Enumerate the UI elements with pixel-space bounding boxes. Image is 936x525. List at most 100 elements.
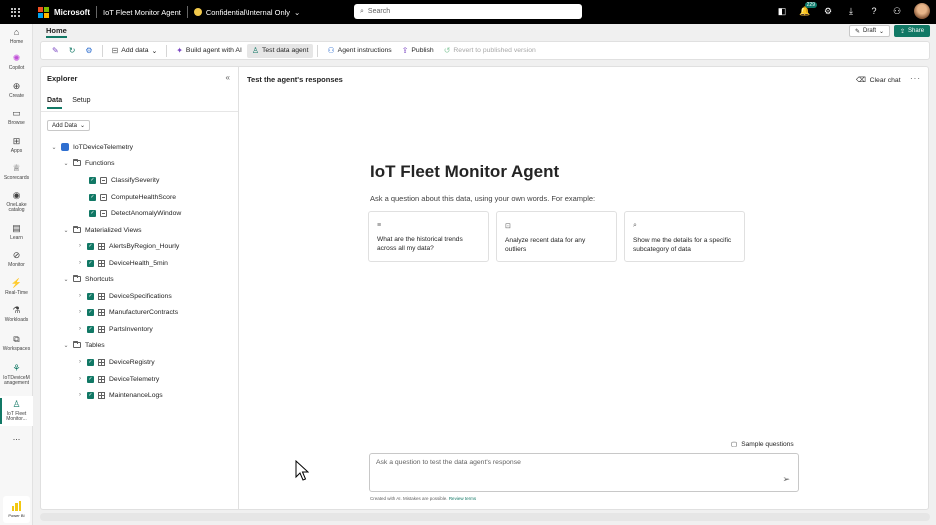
item-label: DeviceRegistry	[109, 358, 155, 366]
settings-icon[interactable]: ⚙	[822, 5, 834, 17]
tree-item[interactable]: ✓ ClassifySeverity	[89, 174, 159, 186]
tree-item[interactable]: › ✓ PartsInventory	[77, 323, 153, 335]
more-icon[interactable]: ...	[0, 432, 33, 444]
suggestion-card[interactable]: ⌕ Show me the details for a specific sub…	[624, 211, 745, 262]
suggestion-card[interactable]: ≡ What are the historical trends across …	[368, 211, 489, 262]
checkbox[interactable]: ✓	[87, 259, 94, 267]
tab-home[interactable]: Home	[46, 26, 67, 38]
powerbi-label: Power BI	[8, 513, 25, 518]
explorer-title: Explorer	[47, 74, 78, 83]
group-label: Functions	[85, 159, 115, 167]
rail-item-apps[interactable]: ⊞ Apps	[0, 135, 33, 157]
tree-item[interactable]: › ✓ MaintenanceLogs	[77, 389, 163, 401]
tree-item[interactable]: ✓ ComputeHealthScore	[89, 191, 176, 203]
publish-button[interactable]: ⇪ Publish	[397, 44, 439, 58]
tree-group[interactable]: ⌄ Functions	[63, 157, 114, 169]
build-agent-button[interactable]: ✦ Build agent with AI	[171, 44, 247, 58]
agent-instructions-button[interactable]: ⚇ Agent instructions	[322, 44, 396, 58]
rail-item-scorecards[interactable]: ♕ Scorecards	[0, 162, 33, 184]
more-options-icon[interactable]: ···	[910, 74, 921, 83]
tree-item[interactable]: ✓ DetectAnomalyWindow	[89, 207, 181, 219]
tree-item[interactable]: › ✓ DeviceHealth_5min	[77, 257, 168, 269]
rail-item-copilot[interactable]: ✺ Copilot	[0, 52, 33, 74]
sensitivity-label[interactable]: Confidential\Internal Only ⌄	[193, 7, 300, 17]
refresh-button[interactable]: ↻	[64, 44, 81, 58]
test-agent-label: Test data agent	[262, 47, 309, 54]
draft-dropdown[interactable]: ✎ Draft ⌄	[849, 25, 891, 37]
revert-button[interactable]: ↺ Revert to published version	[439, 44, 541, 58]
workspace-title[interactable]: IoT Fleet Monitor Agent	[103, 8, 181, 17]
workloads-icon: ⚗	[12, 305, 21, 316]
rail-item-monitor[interactable]: ⊘ Monitor	[0, 249, 33, 271]
suggestion-text: What are the historical trends across al…	[377, 236, 463, 253]
checkbox[interactable]: ✓	[87, 242, 94, 250]
checkbox[interactable]: ✓	[87, 375, 94, 383]
settings-button[interactable]: ⚙	[80, 44, 97, 58]
tree-database[interactable]: ⌄ IoTDeviceTelemetry	[51, 141, 133, 153]
item-label: DeviceSpecifications	[109, 292, 172, 300]
search-input[interactable]: ⌕ Search	[354, 4, 582, 19]
tree-item[interactable]: › ✓ DeviceTelemetry	[77, 373, 159, 385]
tree-item[interactable]: › ✓ AlertsByRegion_Hourly	[77, 240, 179, 252]
test-agent-button[interactable]: ♙ Test data agent	[246, 43, 314, 58]
share-people-icon[interactable]: ⚇	[891, 5, 903, 17]
notifications-icon[interactable]: 🔔 229	[799, 2, 817, 17]
checkbox[interactable]: ✓	[87, 308, 94, 316]
rail-item-home[interactable]: ⌂ Home	[0, 26, 33, 48]
checkbox[interactable]: ✓	[89, 176, 96, 184]
checkbox[interactable]: ✓	[87, 325, 94, 333]
horizontal-scrollbar[interactable]	[40, 513, 930, 521]
rail-item-realtime[interactable]: ⚡ Real-Time	[0, 277, 33, 299]
checkbox[interactable]: ✓	[87, 358, 94, 366]
tree-item[interactable]: › ✓ DeviceRegistry	[77, 356, 155, 368]
chevron-right-icon: ›	[79, 326, 81, 332]
rail-item-onelake[interactable]: ◉ OneLake catalog	[0, 188, 33, 216]
help-icon[interactable]: ?	[868, 5, 880, 17]
sensitivity-icon	[193, 8, 202, 16]
rail-item-iot-workspace[interactable]: ⚘ IoTDeviceM anagement	[0, 361, 33, 389]
tree-group[interactable]: ⌄ Tables	[63, 339, 105, 351]
rail-item-workspaces[interactable]: ⧉ Workspaces	[0, 333, 33, 355]
download-icon[interactable]: ⤓	[845, 5, 857, 17]
avatar[interactable]	[914, 3, 930, 19]
checkbox[interactable]: ✓	[89, 209, 96, 217]
rail-item-create[interactable]: ⊕ Create	[0, 80, 33, 102]
chevron-down-icon: ⌄	[63, 160, 69, 167]
microsoft-logo[interactable]: Microsoft	[38, 6, 90, 18]
function-icon	[100, 209, 107, 217]
edit-button[interactable]: ✎	[47, 44, 64, 58]
checkbox[interactable]: ✓	[89, 193, 96, 201]
checkbox[interactable]: ✓	[87, 292, 94, 300]
chat-input[interactable]: Ask a question to test the data agent's …	[369, 453, 799, 492]
sample-questions-icon: ▢	[731, 441, 738, 448]
add-data-dropdown[interactable]: Add Data ⌄	[47, 120, 91, 131]
table-icon	[98, 358, 105, 366]
browse-icon: ▭	[12, 108, 21, 119]
send-icon[interactable]: ➢	[782, 474, 790, 485]
rail-item-workloads[interactable]: ⚗ Workloads	[0, 304, 33, 326]
tree-group[interactable]: ⌄ Shortcuts	[63, 273, 114, 285]
suggestion-card[interactable]: ⊡ Analyze recent data for any outliers	[496, 211, 617, 262]
chevron-down-icon: ⌄	[63, 342, 69, 349]
tab-setup[interactable]: Setup	[72, 97, 90, 104]
sensitivity-text: Confidential\Internal Only	[205, 7, 291, 17]
powerbi-switcher[interactable]: Power BI	[3, 496, 30, 523]
review-terms-link[interactable]: Review terms	[449, 496, 476, 501]
rail-label: Browse	[8, 120, 25, 127]
checkbox[interactable]: ✓	[87, 391, 94, 399]
clear-chat-button[interactable]: ⌫ Clear chat	[856, 76, 901, 85]
sample-questions-button[interactable]: ▢ Sample questions	[731, 440, 794, 449]
tree-item[interactable]: › ✓ DeviceSpecifications	[77, 290, 172, 302]
rail-label: IoTDeviceM anagement	[3, 374, 30, 386]
collapse-icon[interactable]: «	[226, 73, 230, 82]
rail-item-learn[interactable]: ▤ Learn	[0, 222, 33, 244]
app-launcher-icon[interactable]	[0, 7, 30, 17]
rail-item-agent[interactable]: ♙ IoT Fleet Monitor...	[0, 396, 33, 426]
rail-item-browse[interactable]: ▭ Browse	[0, 107, 33, 129]
tab-data[interactable]: Data	[47, 97, 63, 109]
panel-toggle-icon[interactable]: ◧	[776, 5, 788, 17]
tree-group[interactable]: ⌄ Materialized Views	[63, 224, 142, 236]
share-button[interactable]: ⇪ Share	[894, 25, 931, 37]
tree-item[interactable]: › ✓ ManufacturerContracts	[77, 306, 178, 318]
add-data-button[interactable]: ⊟ Add data ⌄	[107, 44, 163, 58]
